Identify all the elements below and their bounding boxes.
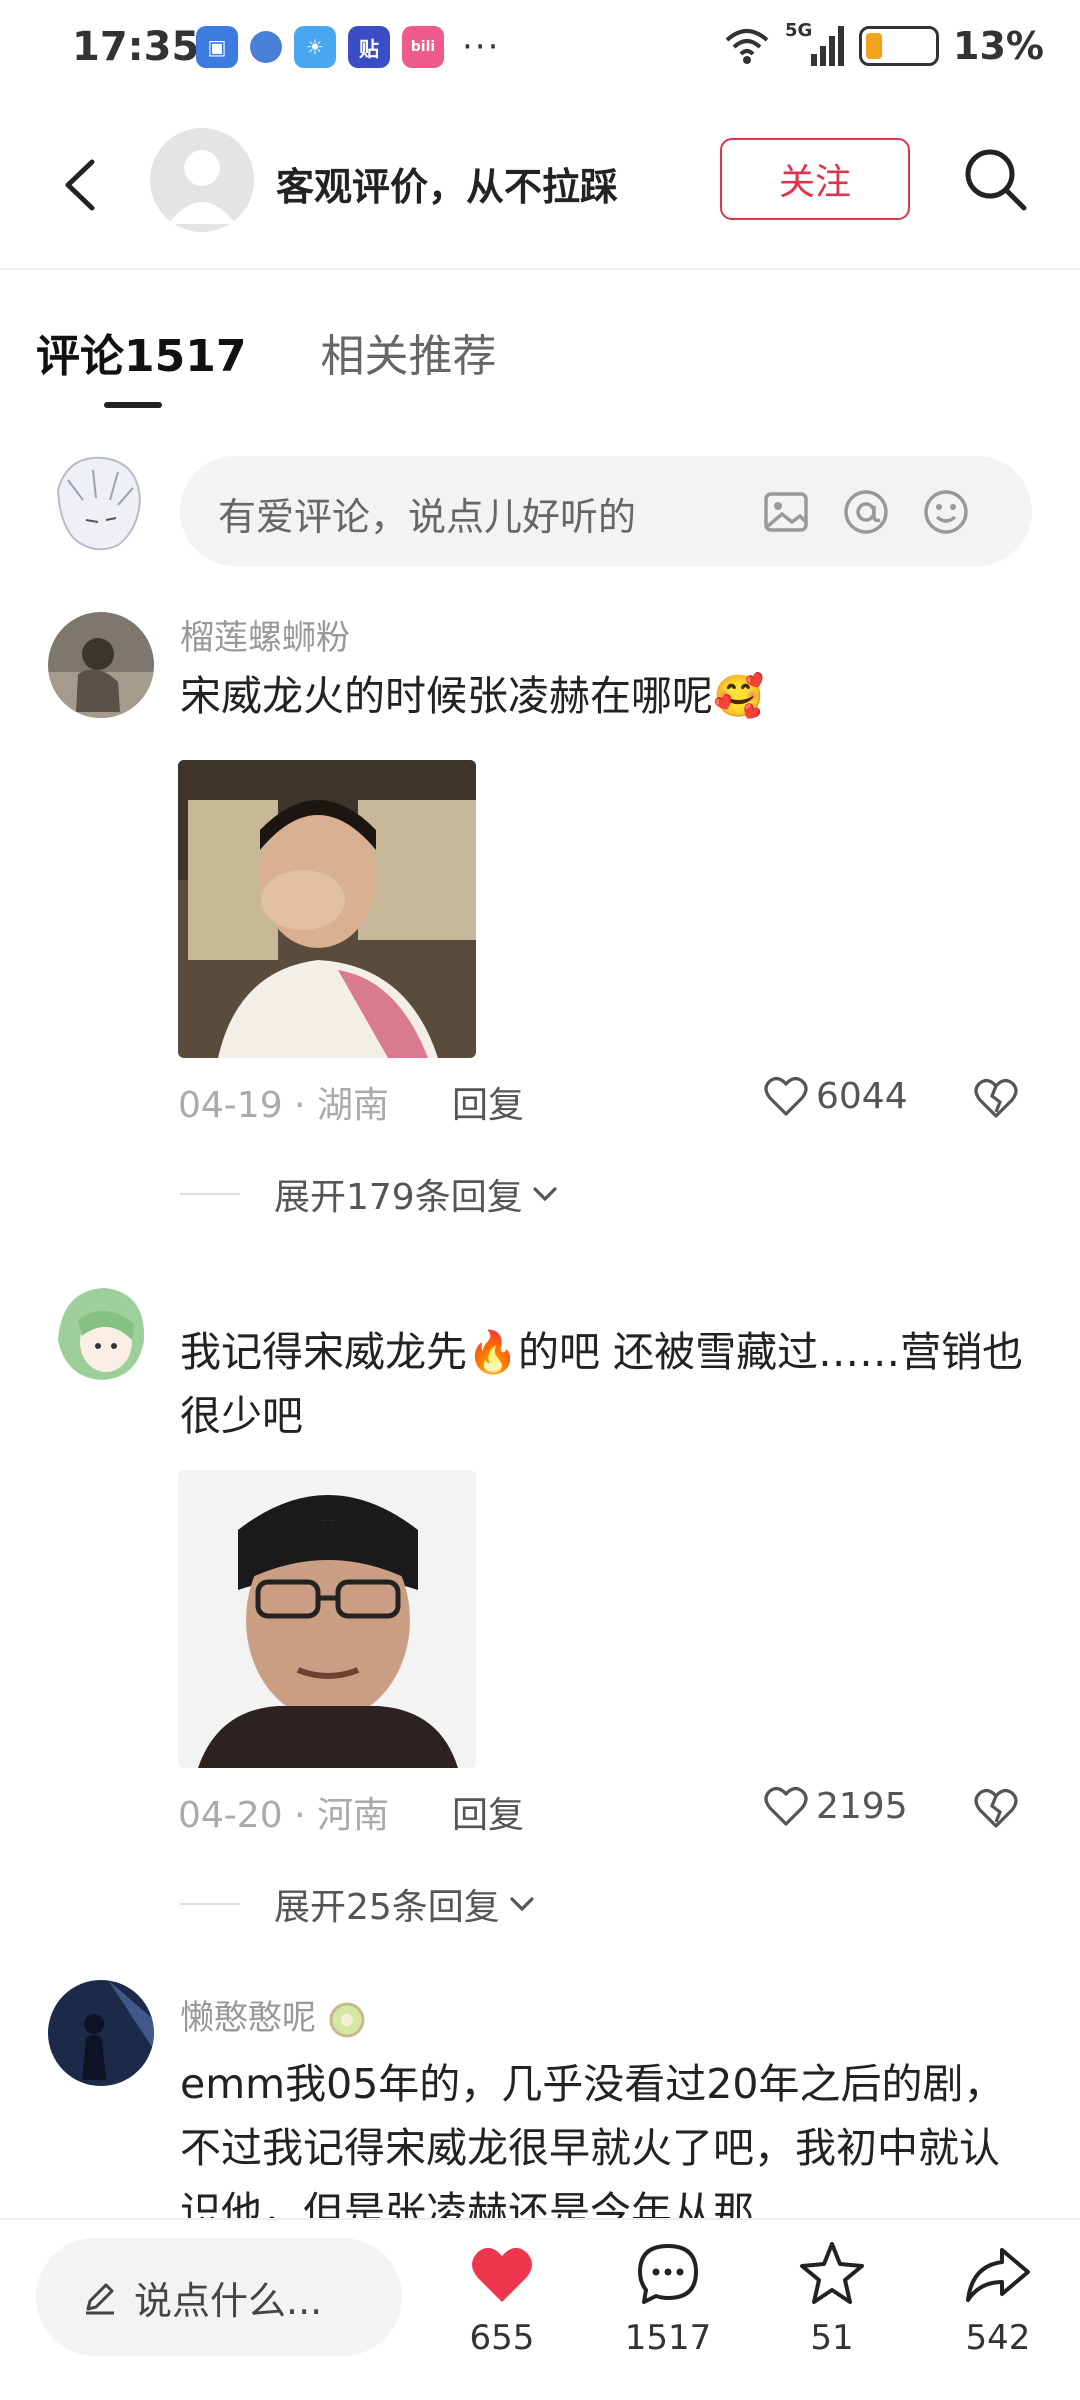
weather-icon: ☀ [294,26,336,68]
tab-bar: 评论1517 相关推荐 [36,320,496,384]
share-count: 542 [965,2318,1031,2358]
comment-image[interactable] [178,1470,476,1768]
app-icon: ▣ [196,26,238,68]
share-button[interactable]: 542 [938,2238,1058,2358]
more-notifications: ··· [462,27,501,67]
emoji-icon[interactable] [920,486,972,538]
comment-text: 我记得宋威龙先🔥的吧 还被雪藏过……营销也很少吧 [180,1328,1024,1440]
signal-icon: 5G [785,20,845,68]
heart-filled-icon [472,2247,532,2302]
image-icon[interactable] [760,486,812,538]
comment-date-location: 04-20 · 河南 [178,1795,389,1836]
header: 客观评价，从不拉踩 关注 [0,120,1080,270]
tab-indicator [104,402,162,408]
like-button[interactable]: 2195 [762,1782,908,1830]
like-count: 6044 [816,1075,908,1117]
kiwi-badge-icon [329,2002,365,2037]
favorite-button[interactable]: 51 [772,2238,892,2358]
comment-input[interactable]: 有爱评论，说点儿好听的 [180,456,1032,566]
heart-icon [764,1077,808,1116]
comment-post-button[interactable]: 1517 [608,2238,728,2358]
app-icon [250,31,282,63]
system-status: 5G 13% [723,20,1044,68]
search-icon[interactable] [958,142,1032,216]
chevron-down-icon [510,1897,534,1912]
my-avatar [48,450,148,560]
reply-button[interactable]: 回复 [452,1786,524,1838]
chevron-down-icon [533,1187,557,1202]
avatar[interactable] [48,1980,154,2086]
comment-date-location: 04-19 · 湖南 [178,1085,389,1126]
status-time: 17:35 [72,24,200,70]
comment-bubble-icon [638,2244,698,2304]
avatar[interactable] [48,1280,154,1386]
expand-replies[interactable]: 展开25条回复 [180,1878,540,1930]
comment-username[interactable]: 懒憨憨呢 [180,1990,367,2040]
comment-text: 宋威龙火的时候张凌赫在哪呢🥰 [180,672,765,720]
favorite-count: 51 [810,2318,854,2358]
app-icon: bili [402,26,444,68]
star-icon [800,2242,864,2304]
battery-percent: 13% [953,24,1044,68]
battery-icon [859,26,940,66]
tab-comments[interactable]: 评论1517 [36,320,246,384]
tab-related[interactable]: 相关推荐 [320,320,496,384]
dislike-icon[interactable] [970,1072,1022,1124]
author-avatar[interactable] [150,128,254,232]
follow-button[interactable]: 关注 [720,138,910,220]
like-post-button[interactable]: 655 [442,2238,562,2358]
tieba-icon: 贴 [348,26,390,68]
share-icon [966,2248,1030,2302]
say-something-input[interactable]: 说点什么... [36,2238,402,2356]
heart-icon [764,1787,808,1826]
comment-image[interactable] [178,760,476,1058]
post-like-count: 655 [469,2318,535,2358]
back-icon[interactable] [48,150,118,220]
pencil-icon [86,2283,114,2315]
comment-placeholder: 有爱评论，说点儿好听的 [218,495,637,539]
dislike-icon[interactable] [970,1782,1022,1834]
reply-button[interactable]: 回复 [452,1076,524,1128]
comment-text: emm我05年的，几乎没看过20年之后的剧，不过我记得宋威龙很早就火了吧，我初中… [180,2060,1005,2236]
avatar[interactable] [48,612,154,718]
at-icon[interactable] [840,486,892,538]
post-comment-count: 1517 [624,2318,712,2358]
emoji: 🥰 [713,672,765,720]
author-name[interactable]: 客观评价，从不拉踩 [276,156,618,211]
notification-icons: ▣ ☀ 贴 bili ··· [196,26,500,68]
expand-replies[interactable]: 展开179条回复 [180,1168,563,1220]
like-button[interactable]: 6044 [762,1072,908,1120]
comment-username[interactable]: 榴莲螺蛳粉 [180,610,350,659]
bottom-action-bar: 说点什么... 655 1517 51 542 [0,2218,1080,2400]
status-bar: 17:35 ▣ ☀ 贴 bili ··· 5G 13% [0,0,1080,100]
wifi-icon [725,29,769,64]
like-count: 2195 [816,1785,908,1827]
